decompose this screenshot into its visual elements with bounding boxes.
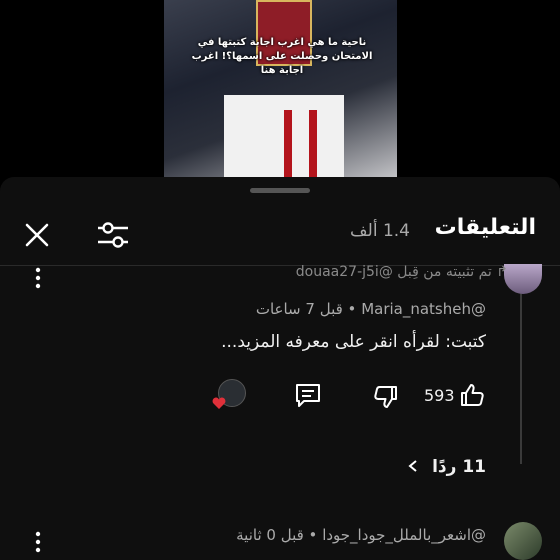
comments-sheet: التعليقات 1.4 ألف ↱ تم تثبيته من قِبل @d…: [0, 177, 560, 560]
comment-time: قبل 7 ساعات: [255, 300, 343, 318]
comment-text[interactable]: كتبت: لقرأه انقر على معرفه المزيد...: [221, 332, 486, 352]
video-caption: ناحية ما هي اغرب اجابة كتبتها في الامتحا…: [191, 37, 373, 76]
comments-title: التعليقات: [434, 215, 536, 240]
close-icon: [25, 223, 49, 247]
close-button[interactable]: [22, 220, 52, 250]
filter-button[interactable]: [96, 219, 130, 251]
next-comment-author[interactable]: @اشعر_بالملل_جودا_جودا: [322, 526, 486, 544]
avatar[interactable]: [504, 264, 542, 294]
comment-meta: @Maria_natsheh • قبل 7 ساعات: [256, 300, 486, 318]
drag-handle[interactable]: [250, 188, 310, 193]
pinned-by-label: ↱ تم تثبيته من قِبل @douaa27-j5i: [295, 264, 508, 280]
filter-icon: [98, 222, 128, 248]
comment-menu-button[interactable]: [30, 267, 46, 289]
creator-heart: [212, 395, 226, 409]
chevron-left-icon: [408, 460, 417, 472]
dislike-button[interactable]: [372, 383, 400, 411]
video-thumbnail: ناحية ما هي اغرب اجابة كتبتها في الامتحا…: [164, 0, 397, 182]
comments-count: 1.4 ألف: [350, 221, 410, 241]
next-comment-time: قبل 0 ثانية: [236, 526, 304, 544]
separator: •: [342, 300, 357, 318]
avatar[interactable]: [504, 522, 542, 560]
stripe: [309, 110, 317, 180]
like-count: 593: [424, 386, 455, 405]
thread-line: [520, 289, 522, 464]
view-replies-button[interactable]: 11 ردًا: [406, 457, 486, 477]
more-vert-icon: [35, 531, 41, 553]
like-button[interactable]: [458, 381, 486, 409]
next-comment-meta: @اشعر_بالملل_جودا_جودا • قبل 0 ثانية: [236, 526, 486, 544]
thumbs-up-icon: [461, 384, 484, 406]
comment-author[interactable]: @Maria_natsheh: [361, 300, 486, 318]
reply-button[interactable]: [294, 381, 322, 409]
separator: •: [303, 526, 318, 544]
stripe: [284, 110, 292, 180]
more-vert-icon: [35, 267, 41, 289]
heart-icon: [212, 397, 226, 409]
thumbs-down-icon: [374, 386, 397, 408]
comment-menu-button[interactable]: [30, 531, 46, 553]
video-player[interactable]: ناحية ما هي اغرب اجابة كتبتها في الامتحا…: [0, 0, 560, 182]
replies-label: 11 ردًا: [432, 457, 486, 477]
comment-icon: [296, 384, 320, 407]
